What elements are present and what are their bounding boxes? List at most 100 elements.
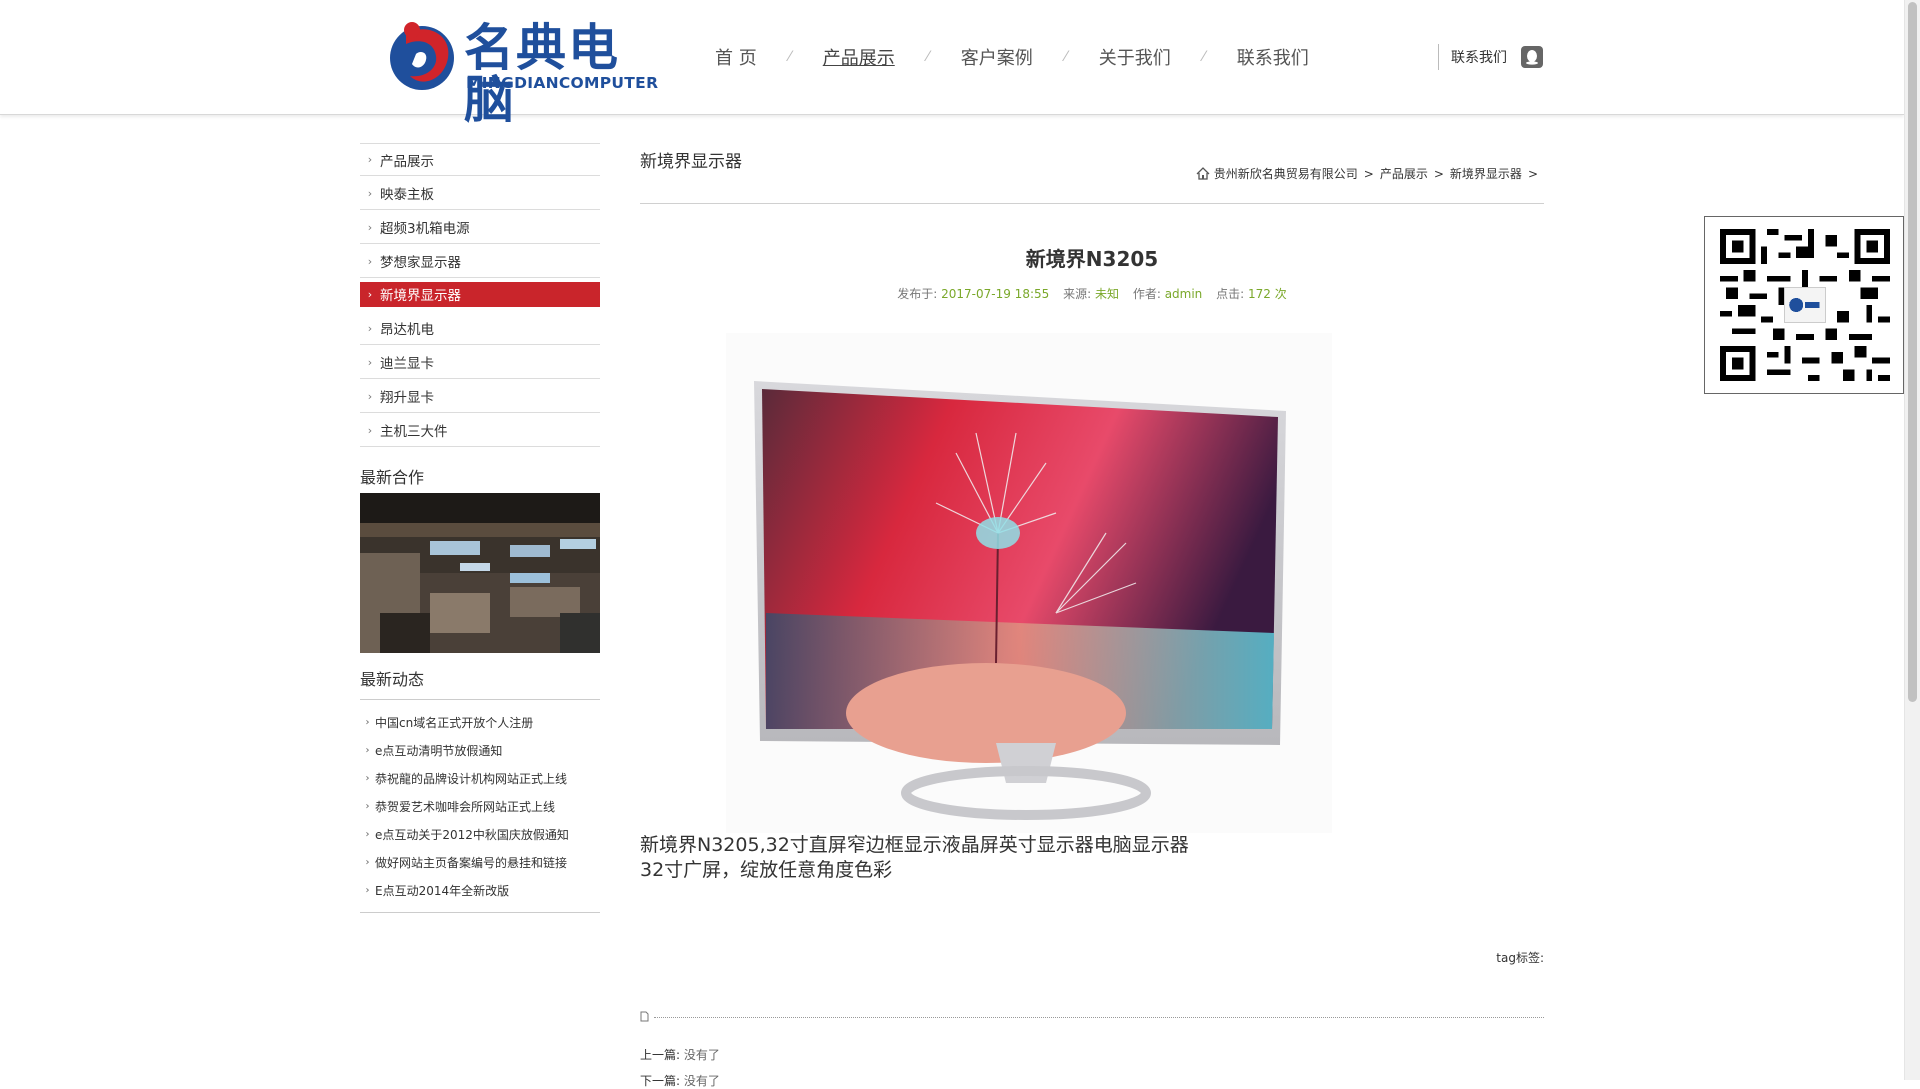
news-item[interactable]: › 恭贺爱艺术咖啡会所网站正式上线: [360, 792, 600, 820]
article-meta: 发布于: 2017-07-19 18:55 来源: 未知 作者: admin 点…: [640, 285, 1544, 302]
news-title: 中国cn域名正式开放个人注册: [375, 715, 534, 730]
divider: [640, 203, 1544, 204]
breadcrumb-item-home[interactable]: 贵州新欣名典贸易有限公司: [1214, 165, 1358, 182]
chevron-right-icon: ›: [365, 800, 370, 812]
document-icon: [640, 1011, 649, 1022]
chevron-right-icon: ›: [365, 856, 370, 868]
category-item[interactable]: › 翔升显卡: [360, 380, 600, 413]
site-header: 名典电脑 MINGDIANCOMPUTER 首 页 ⁄ 产品展示 ⁄ 客户案例 …: [0, 0, 1904, 126]
category-item[interactable]: › 迪兰显卡: [360, 346, 600, 379]
nav-separator: ⁄: [1064, 49, 1067, 65]
qq-icon[interactable]: [1521, 46, 1543, 68]
category-label: 昂达机电: [380, 322, 434, 338]
category-label: 梦想家显示器: [380, 255, 461, 271]
author-label: 作者:: [1132, 287, 1161, 301]
category-item[interactable]: › 产品展示: [360, 143, 600, 176]
category-item[interactable]: › 超频3机箱电源: [360, 211, 600, 244]
nav-home[interactable]: 首 页: [715, 44, 757, 70]
main-nav: 首 页 ⁄ 产品展示 ⁄ 客户案例 ⁄ 关于我们 ⁄ 联系我们: [715, 42, 1309, 72]
news-heading: 最新动态: [360, 670, 425, 689]
category-item[interactable]: › 昂达机电: [360, 312, 600, 345]
chevron-right-icon: ›: [365, 744, 370, 756]
tags-label: tag标签:: [1496, 951, 1544, 965]
divider-dotted: [640, 1011, 1544, 1023]
logo-mark-icon: [390, 22, 454, 90]
next-value: 没有了: [683, 1074, 720, 1088]
news-item[interactable]: › 中国cn域名正式开放个人注册: [360, 708, 600, 736]
news-item[interactable]: › 恭祝龍的品牌设计机构网站正式上线: [360, 764, 600, 792]
chevron-right-icon: ›: [367, 153, 373, 166]
author-value: admin: [1164, 287, 1203, 301]
category-item[interactable]: › 主机三大件: [360, 414, 600, 447]
category-label: 主机三大件: [380, 424, 448, 440]
page-scrollbar[interactable]: [1904, 0, 1920, 1080]
source-value: 未知: [1094, 287, 1119, 301]
news-list: › 中国cn域名正式开放个人注册 › e点互动清明节放假通知 › 恭祝龍的品牌设计机构…: [360, 699, 600, 913]
source-label: 来源:: [1063, 287, 1092, 301]
chevron-right-icon: ›: [367, 355, 373, 369]
news-item[interactable]: › 做好网站主页备案编号的悬挂和链接: [360, 848, 600, 876]
nav-separator: ⁄: [926, 49, 929, 65]
chevron-right-icon: ›: [367, 423, 373, 437]
sidebar: › 产品展示 › 映泰主板 › 超频3机箱电源 › 梦想家显示器 › 新境界显示器 › 昂达…: [360, 143, 600, 913]
section-title: 新境界显示器: [640, 152, 742, 172]
breadcrumb-separator: >: [1433, 166, 1444, 181]
coop-heading: 最新合作: [360, 468, 425, 487]
product-image: [726, 333, 1332, 833]
breadcrumb-item-category[interactable]: 新境界显示器: [1450, 165, 1522, 182]
chevron-right-icon: ›: [367, 186, 373, 200]
chevron-right-icon: ›: [365, 828, 370, 840]
site-logo[interactable]: 名典电脑 MINGDIANCOMPUTER: [386, 14, 658, 126]
prev-article[interactable]: 上一篇: 没有了: [640, 1046, 720, 1063]
news-item[interactable]: › e点互动关于2012中秋国庆放假通知: [360, 820, 600, 848]
published-label: 发布于:: [897, 287, 938, 301]
category-label: 新境界显示器: [380, 288, 461, 304]
news-title: E点互动2014年全新改版: [375, 883, 510, 898]
news-title: 做好网站主页备案编号的悬挂和链接: [375, 855, 568, 870]
category-list: › 产品展示 › 映泰主板 › 超频3机箱电源 › 梦想家显示器 › 新境界显示器 › 昂达…: [360, 143, 600, 447]
next-article[interactable]: 下一篇: 没有了: [640, 1072, 720, 1089]
prev-label: 上一篇:: [640, 1048, 681, 1062]
nav-cases[interactable]: 客户案例: [961, 44, 1033, 70]
category-item-active[interactable]: › 新境界显示器: [360, 282, 600, 307]
news-item[interactable]: › e点互动清明节放假通知: [360, 736, 600, 764]
qr-code-panel[interactable]: [1704, 216, 1904, 394]
category-item[interactable]: › 梦想家显示器: [360, 245, 600, 278]
contact-label: 联系我们: [1451, 50, 1507, 66]
description-line: 新境界N3205,32寸直屏窄边框显示液晶屏英寸显示器电脑显示器: [640, 834, 1189, 856]
published-date: 2017-07-19 18:55: [941, 287, 1050, 301]
chevron-right-icon: ›: [367, 389, 373, 403]
clicks-value: 172 次: [1248, 287, 1287, 301]
category-label: 迪兰显卡: [380, 356, 434, 372]
qr-code-icon: [1720, 229, 1890, 381]
description-line: 32寸广屏，绽放任意角度色彩: [640, 859, 893, 881]
chevron-right-icon: ›: [365, 716, 370, 728]
article-description: 新境界N3205,32寸直屏窄边框显示液晶屏英寸显示器电脑显示器 32寸广屏，绽…: [640, 833, 1189, 883]
news-title: e点互动关于2012中秋国庆放假通知: [375, 827, 569, 842]
news-title: 恭贺爱艺术咖啡会所网站正式上线: [375, 799, 556, 814]
scrollbar-thumb[interactable]: [1908, 2, 1917, 702]
clicks-label: 点击:: [1216, 287, 1245, 301]
breadcrumb: 贵州新欣名典贸易有限公司 > 产品展示 > 新境界显示器 >: [1196, 165, 1544, 182]
nav-about[interactable]: 关于我们: [1099, 44, 1171, 70]
nav-contact[interactable]: 联系我们: [1237, 44, 1309, 70]
chevron-right-icon: ›: [367, 287, 373, 301]
prev-value: 没有了: [683, 1048, 720, 1062]
news-item[interactable]: › E点互动2014年全新改版: [360, 876, 600, 904]
category-label: 翔升显卡: [380, 390, 434, 406]
chevron-right-icon: ›: [365, 884, 370, 896]
news-title: 恭祝龍的品牌设计机构网站正式上线: [375, 771, 568, 786]
category-item[interactable]: › 映泰主板: [360, 177, 600, 210]
category-label: 产品展示: [380, 153, 434, 170]
cooperation-image[interactable]: [360, 493, 600, 653]
category-label: 超频3机箱电源: [380, 221, 470, 237]
nav-separator: ⁄: [1202, 49, 1205, 65]
header-contact[interactable]: 联系我们: [1438, 44, 1543, 70]
nav-products[interactable]: 产品展示: [823, 44, 895, 70]
chevron-right-icon: ›: [367, 220, 373, 234]
breadcrumb-item-products[interactable]: 产品展示: [1380, 165, 1428, 182]
chevron-right-icon: ›: [367, 254, 373, 268]
home-icon: [1196, 167, 1210, 180]
news-title: e点互动清明节放假通知: [375, 743, 503, 758]
next-label: 下一篇:: [640, 1074, 681, 1088]
